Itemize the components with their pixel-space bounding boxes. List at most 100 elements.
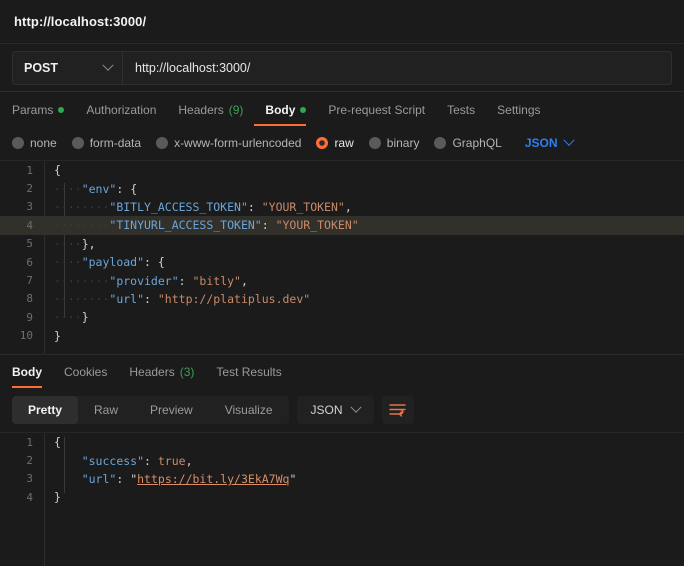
token-brace: { — [157, 255, 165, 270]
code-text: } — [44, 490, 684, 504]
tab-body[interactable]: Body — [254, 94, 317, 126]
body-type-label: x-www-form-urlencoded — [174, 136, 302, 150]
response-tab-cookies[interactable]: Cookies — [53, 356, 118, 388]
unsaved-dot-icon — [300, 107, 307, 113]
line-number: 4 — [26, 490, 33, 504]
body-type-binary[interactable]: binary — [368, 136, 420, 150]
tab-label: Authorization — [86, 103, 157, 117]
token-brace: } — [54, 328, 61, 343]
tab-settings[interactable]: Settings — [486, 94, 551, 126]
code-text: ····}, — [44, 237, 684, 251]
line-number: 5 — [26, 237, 33, 251]
chevron-down-icon — [562, 134, 575, 146]
tab-label: Headers — [129, 365, 175, 379]
body-type-none[interactable]: none — [12, 136, 57, 150]
radio-icon — [316, 137, 329, 149]
tab-label: Cookies — [64, 365, 108, 379]
code-line: 1{ — [0, 433, 684, 451]
token-punct: , — [240, 273, 248, 288]
code-text: ········"provider": "bitly", — [44, 274, 684, 288]
response-view-visualize[interactable]: Visualize — [209, 396, 289, 424]
body-type-x-www-form-urlencoded[interactable]: x-www-form-urlencoded — [156, 136, 301, 150]
code-line: 7 ········"provider": "bitly", — [0, 271, 684, 289]
token-punct: , — [185, 453, 193, 468]
body-type-selector: none form-data x-www-form-urlencoded raw bin… — [0, 126, 684, 160]
response-view-raw[interactable]: Raw — [78, 396, 134, 424]
http-method-select[interactable]: POST — [13, 51, 123, 84]
body-type-label: binary — [386, 136, 420, 150]
code-line: 5 ····}, — [0, 235, 684, 253]
tab-params[interactable]: Params — [12, 94, 75, 126]
code-text: "success": true, — [44, 454, 684, 468]
request-body-editor[interactable]: 1{2 ····"env": {3 ········"BITLY_ACCESS_TO… — [0, 160, 684, 354]
token-str: "bitly" — [192, 273, 241, 288]
body-type-graphql[interactable]: GraphQL — [434, 136, 502, 150]
http-method-label: POST — [24, 60, 59, 75]
token-punct: : — [247, 199, 262, 214]
body-type-label: raw — [334, 136, 354, 150]
code-text: } — [44, 329, 684, 343]
page-title: http://localhost:3000/ — [14, 14, 147, 29]
radio-icon — [12, 137, 24, 149]
response-view-preview[interactable]: Preview — [134, 396, 209, 424]
word-wrap-button[interactable] — [381, 396, 414, 424]
code-line: 3 ········"BITLY_ACCESS_TOKEN": "YOUR_TOK… — [0, 198, 684, 216]
line-number: 7 — [26, 274, 33, 288]
body-type-form-data[interactable]: form-data — [71, 136, 141, 150]
token-punct: : — [144, 255, 158, 270]
token-str: "http://platiplus.dev" — [157, 291, 311, 306]
tab-label: Body — [12, 365, 42, 379]
window-title-bar: http://localhost:3000/ — [0, 0, 684, 44]
chevron-down-icon — [102, 59, 114, 71]
token-bool: true — [157, 453, 186, 468]
code-line: 3 "url": "https://bit.ly/3EkA7Wq" — [0, 470, 684, 488]
code-line: 1{ — [0, 161, 684, 179]
body-type-label: none — [30, 136, 57, 150]
token-key: "success" — [81, 453, 145, 468]
token-indent: ···· — [54, 236, 82, 251]
response-view-switcher: Pretty Raw Preview Visualize — [12, 396, 289, 424]
body-type-raw[interactable]: raw — [316, 136, 354, 150]
token-punct: : — [116, 471, 131, 486]
line-number: 4 — [26, 218, 33, 232]
token-brace: { — [54, 163, 61, 178]
body-format-select[interactable]: JSON — [525, 134, 575, 150]
tab-label: Headers — [178, 103, 224, 117]
response-view-pretty[interactable]: Pretty — [12, 396, 79, 424]
tab-count: (9) — [228, 103, 244, 117]
tab-tests[interactable]: Tests — [436, 94, 486, 126]
code-line: 9 ····} — [0, 308, 684, 326]
code-text: ····"env": { — [44, 182, 684, 196]
code-text: ····} — [44, 310, 684, 324]
tab-pre-request-script[interactable]: Pre-request Script — [317, 94, 436, 126]
line-number: 8 — [26, 292, 33, 306]
tab-label: Params — [12, 103, 54, 117]
token-link[interactable]: https://bit.ly/3EkA7Wq — [137, 472, 289, 486]
tab-label: Test Results — [216, 365, 282, 379]
token-punct: : — [144, 291, 158, 306]
response-body-editor[interactable]: 1{2 "success": true, 3 "url": "https://bi… — [0, 432, 684, 566]
token-brace: } — [81, 310, 89, 325]
response-tab-headers[interactable]: Headers (3) — [118, 356, 205, 388]
response-tab-test-results[interactable]: Test Results — [205, 356, 292, 388]
postman-window: http://localhost:3000/ POST http://local… — [0, 0, 684, 566]
token-key: "payload" — [81, 255, 145, 270]
token-indent: ···· — [54, 255, 82, 270]
response-tab-body[interactable]: Body — [12, 356, 53, 388]
line-number: 1 — [26, 435, 33, 449]
request-url-input[interactable]: http://localhost:3000/ — [123, 52, 671, 84]
code-line: 2 ····"env": { — [0, 179, 684, 197]
token-indent: ········ — [54, 291, 110, 306]
line-number: 3 — [26, 472, 33, 486]
tab-headers[interactable]: Headers (9) — [167, 94, 254, 126]
code-line: 4} — [0, 488, 684, 506]
token-key: "url" — [81, 471, 117, 486]
code-line: 2 "success": true, — [0, 451, 684, 469]
response-format-select[interactable]: JSON — [296, 396, 374, 424]
tab-authorization[interactable]: Authorization — [75, 94, 167, 126]
token-punct: , — [88, 236, 96, 251]
token-key: "BITLY_ACCESS_TOKEN" — [109, 199, 248, 214]
token-key: "provider" — [109, 273, 179, 288]
radio-icon — [156, 137, 169, 149]
